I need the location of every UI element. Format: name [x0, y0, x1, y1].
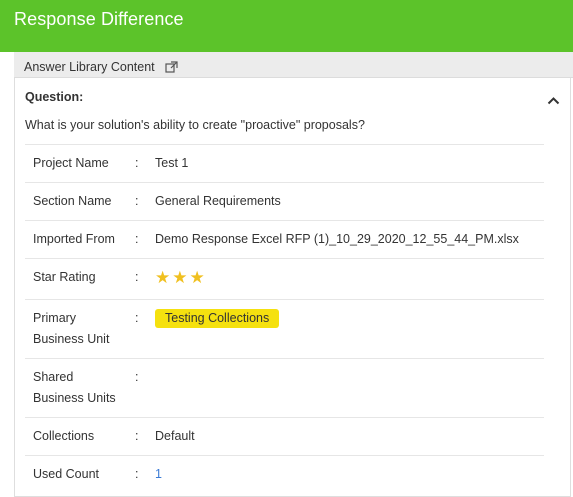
- detail-row-used-count: Used Count : 1: [25, 456, 544, 494]
- primary-label-line1: Primary: [33, 311, 77, 325]
- primary-business-unit-label: Primary Business Unit: [25, 308, 135, 350]
- collections-label: Collections: [33, 429, 95, 443]
- star-icon: ★: [172, 268, 188, 287]
- used-count-label: Used Count: [33, 467, 100, 481]
- shared-label-line1: Shared: [33, 370, 74, 384]
- project-name-value: Test 1: [155, 156, 189, 170]
- page-title: Response Difference: [14, 9, 184, 29]
- detail-row-section-name: Section Name : General Requirements: [25, 183, 544, 221]
- detail-row-collections: Collections : Default: [25, 418, 544, 456]
- primary-label-line2: Business Unit: [33, 332, 110, 346]
- separator: :: [135, 370, 139, 384]
- chevron-up-icon[interactable]: [547, 96, 560, 105]
- answer-library-bar[interactable]: Answer Library Content: [14, 52, 573, 78]
- shared-business-units-label: Shared Business Units: [25, 367, 135, 409]
- imported-from-value: Demo Response Excel RFP (1)_10_29_2020_1…: [155, 232, 519, 246]
- question-label: Question:: [25, 90, 84, 104]
- separator: :: [135, 156, 139, 170]
- question-card: Question: What is your solution's abilit…: [14, 78, 571, 497]
- details-table: Project Name : Test 1 Section Name : Gen…: [25, 144, 544, 494]
- shared-label-line2: Business Units: [33, 391, 116, 405]
- detail-row-primary-business-unit: Primary Business Unit : Testing Collecti…: [25, 300, 544, 359]
- primary-business-unit-badge: Testing Collections: [155, 309, 280, 328]
- separator: :: [135, 194, 139, 208]
- used-count-link[interactable]: 1: [155, 467, 162, 481]
- imported-from-label: Imported From: [33, 232, 115, 246]
- answer-library-label[interactable]: Answer Library Content: [24, 60, 155, 74]
- star-rating-label: Star Rating: [33, 270, 96, 284]
- separator: :: [135, 467, 139, 481]
- section-name-label: Section Name: [33, 194, 112, 208]
- detail-row-project-name: Project Name : Test 1: [25, 145, 544, 183]
- separator: :: [135, 311, 139, 325]
- star-icon: ★: [189, 268, 205, 287]
- header-bar: Response Difference: [0, 0, 573, 52]
- star-rating-value: ★ ★ ★: [155, 267, 544, 290]
- question-text: What is your solution's ability to creat…: [25, 118, 365, 132]
- detail-row-shared-business-units: Shared Business Units :: [25, 359, 544, 418]
- separator: :: [135, 429, 139, 443]
- external-link-icon[interactable]: [165, 60, 178, 73]
- detail-row-star-rating: Star Rating : ★ ★ ★: [25, 259, 544, 300]
- collections-value: Default: [155, 429, 195, 443]
- project-name-label: Project Name: [33, 156, 109, 170]
- star-icon: ★: [155, 268, 171, 287]
- separator: :: [135, 270, 139, 284]
- separator: :: [135, 232, 139, 246]
- detail-row-imported-from: Imported From : Demo Response Excel RFP …: [25, 221, 544, 259]
- section-name-value: General Requirements: [155, 194, 281, 208]
